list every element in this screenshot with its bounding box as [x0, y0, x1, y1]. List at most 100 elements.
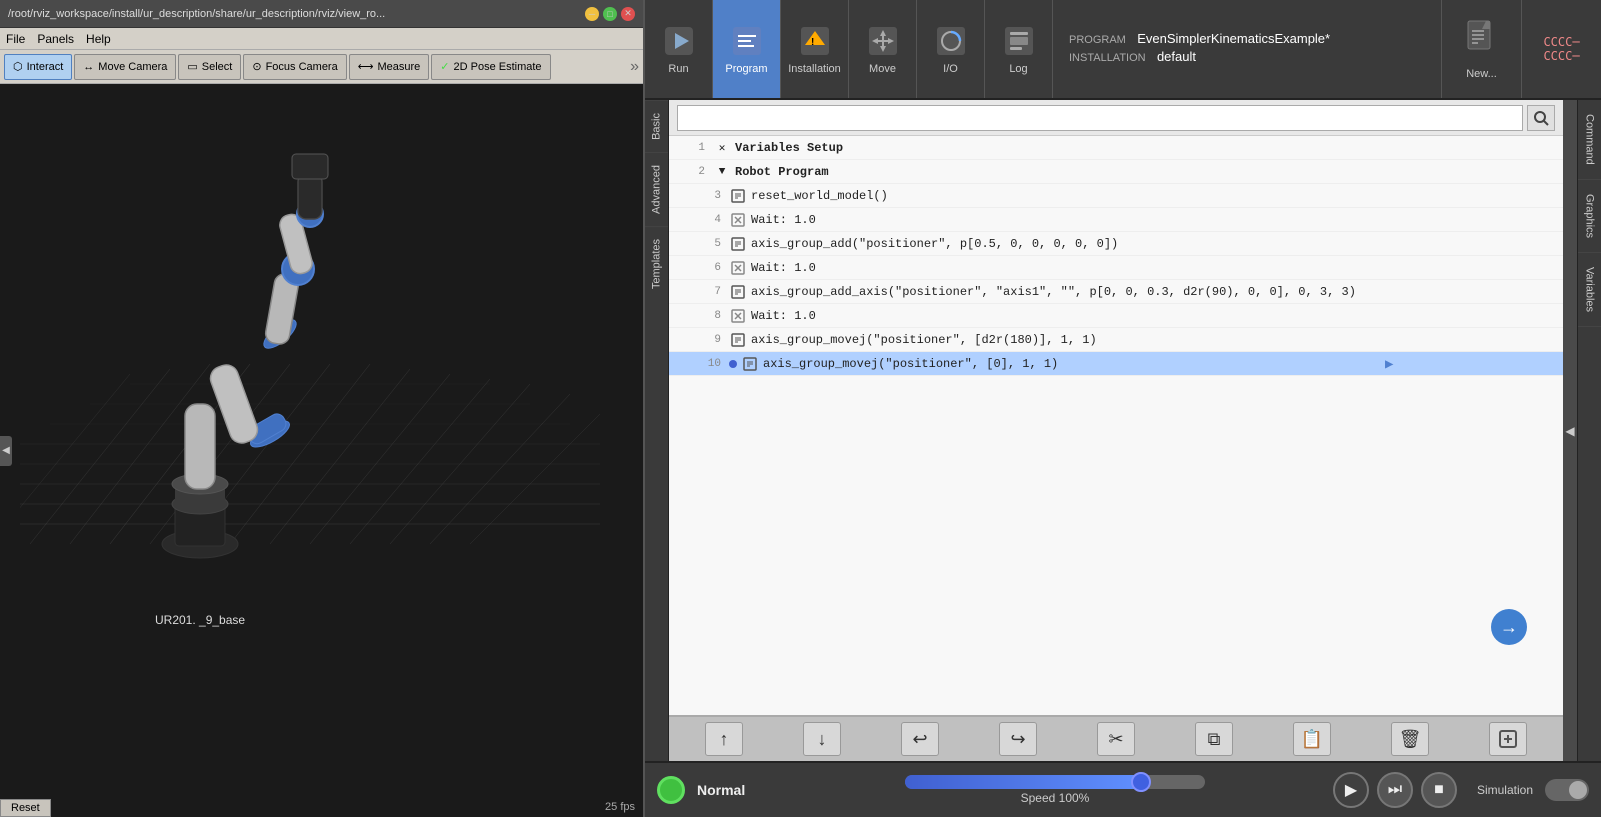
speed-bar-track[interactable] — [905, 775, 1205, 789]
expand-icon — [1498, 729, 1518, 749]
simulation-toggle[interactable] — [1545, 779, 1589, 801]
tab-command[interactable]: Command — [1578, 100, 1601, 180]
search-bar — [669, 100, 1563, 136]
nav-io-label: I/O — [943, 63, 958, 75]
ur-main: Basic Advanced Templates 1 — [645, 100, 1601, 761]
tab-templates[interactable]: Templates — [645, 226, 668, 301]
program-name: EvenSimplerKinematicsExample* — [1137, 31, 1330, 46]
menu-panels[interactable]: Panels — [37, 32, 74, 46]
move-icon — [865, 23, 901, 59]
redo-btn[interactable]: ↪ — [999, 722, 1037, 756]
program-area: 1 ✕ Variables Setup 2 ▼ Robot Program 3 … — [669, 100, 1563, 761]
play-controls: ▶ ⏭ ■ — [1333, 772, 1457, 808]
focus-icon: ⊙ — [252, 60, 261, 73]
close-btn[interactable]: ✕ — [621, 7, 635, 21]
move-down-btn[interactable]: ↓ — [803, 722, 841, 756]
next-btn[interactable]: ⏭ — [1377, 772, 1413, 808]
ur-topbar: Run Program — [645, 0, 1601, 100]
nav-program[interactable]: Program — [713, 0, 781, 98]
prog-line-7[interactable]: 7 axis_group_add_axis("positioner", "axi… — [669, 280, 1563, 304]
delete-btn[interactable]: 🗑 — [1391, 722, 1429, 756]
reset-button[interactable]: Reset — [0, 799, 51, 817]
installation-label: INSTALLATION — [1069, 52, 1146, 64]
toggle-knob — [1569, 781, 1587, 799]
collapse-right-btn[interactable]: ◀ — [1563, 100, 1577, 761]
new-btn[interactable]: New... — [1441, 0, 1521, 98]
nav-move[interactable]: Move — [849, 0, 917, 98]
maximize-btn[interactable]: □ — [603, 7, 617, 21]
speed-label: Speed 100% — [1021, 791, 1090, 805]
svg-text:!: ! — [811, 37, 814, 48]
copy-btn[interactable]: ⧉ — [1195, 722, 1233, 756]
corner-line1: CCCC─ — [1543, 35, 1579, 49]
prog-line-5[interactable]: 5 axis_group_add("positioner", p[0.5, 0,… — [669, 232, 1563, 256]
tab-graphics[interactable]: Graphics — [1578, 180, 1601, 253]
paste-btn[interactable]: 📋 — [1293, 722, 1331, 756]
prog-line-4[interactable]: 4 Wait: 1.0 — [669, 208, 1563, 232]
delete-icon: 🗑 — [1399, 729, 1422, 750]
cursor-icon: ⬡ — [13, 60, 23, 73]
next-icon: ⏭ — [1388, 781, 1402, 799]
nav-run[interactable]: Run — [645, 0, 713, 98]
prog-line-8[interactable]: 8 Wait: 1.0 — [669, 304, 1563, 328]
nav-log[interactable]: Log — [985, 0, 1053, 98]
prog-line-9[interactable]: 9 axis_group_movej("positioner", [d2r(18… — [669, 328, 1563, 352]
menu-file[interactable]: File — [6, 32, 25, 46]
measure-icon: ⟷ — [358, 60, 374, 73]
prog-line-6[interactable]: 6 Wait: 1.0 — [669, 256, 1563, 280]
search-input[interactable] — [677, 105, 1523, 131]
speed-bar-container: Speed 100% — [789, 775, 1321, 805]
nav-io[interactable]: I/O — [917, 0, 985, 98]
stop-btn[interactable]: ■ — [1421, 772, 1457, 808]
fps-label: 25 fps — [605, 801, 635, 813]
nav-installation-label: Installation — [788, 63, 841, 75]
expand-btn[interactable] — [1489, 722, 1527, 756]
run-icon — [661, 23, 697, 59]
move-camera-btn[interactable]: ↔ Move Camera — [74, 54, 176, 80]
status-text: Normal — [697, 782, 777, 798]
new-btn-label: New... — [1466, 68, 1497, 80]
menu-help[interactable]: Help — [86, 32, 111, 46]
prog-line-1[interactable]: 1 ✕ Variables Setup — [669, 136, 1563, 160]
status-indicator — [657, 776, 685, 804]
focus-camera-btn[interactable]: ⊙ Focus Camera — [243, 54, 346, 80]
selected-bullet — [729, 360, 737, 368]
collapse-left-btn[interactable]: ◀ — [0, 436, 12, 466]
select-icon: ▭ — [187, 60, 197, 73]
toolbar-more-btn[interactable]: » — [630, 58, 639, 76]
ur-right-tabs: Command Graphics Variables — [1577, 100, 1601, 761]
undo-btn[interactable]: ↩ — [901, 722, 939, 756]
ur-corner-display: CCCC─ CCCC─ — [1521, 0, 1601, 98]
simulation-label: Simulation — [1477, 783, 1533, 797]
prog-line-3[interactable]: 3 reset_world_model() — [669, 184, 1563, 208]
pose-estimate-btn[interactable]: ✓ 2D Pose Estimate — [431, 54, 550, 80]
io-icon — [933, 23, 969, 59]
search-btn[interactable] — [1527, 105, 1555, 131]
nav-installation[interactable]: ! Installation — [781, 0, 849, 98]
tab-variables[interactable]: Variables — [1578, 253, 1601, 327]
minimize-btn[interactable]: ─ — [585, 7, 599, 21]
rviz-titlebar: /root/rviz_workspace/install/ur_descript… — [0, 0, 643, 28]
copy-icon: ⧉ — [1208, 729, 1221, 750]
rviz-title: /root/rviz_workspace/install/ur_descript… — [8, 8, 581, 20]
cut-btn[interactable]: ✂ — [1097, 722, 1135, 756]
program-list[interactable]: 1 ✕ Variables Setup 2 ▼ Robot Program 3 … — [669, 136, 1563, 715]
log-icon — [1001, 23, 1037, 59]
move-up-icon: ↑ — [720, 729, 729, 750]
tab-basic[interactable]: Basic — [645, 100, 668, 152]
play-btn[interactable]: ▶ — [1333, 772, 1369, 808]
measure-btn[interactable]: ⟷ Measure — [349, 54, 430, 80]
speed-bar-thumb[interactable] — [1131, 772, 1151, 792]
speed-bar-fill — [905, 775, 1145, 789]
prog-line-2[interactable]: 2 ▼ Robot Program — [669, 160, 1563, 184]
nav-move-label: Move — [869, 63, 896, 75]
redo-icon: ↪ — [1010, 729, 1025, 750]
stop-icon: ■ — [1434, 781, 1444, 799]
program-label: PROGRAM — [1069, 34, 1126, 46]
select-btn[interactable]: ▭ Select — [178, 54, 241, 80]
tab-advanced[interactable]: Advanced — [645, 152, 668, 226]
move-up-btn[interactable]: ↑ — [705, 722, 743, 756]
forward-arrow-btn[interactable]: → — [1491, 609, 1527, 645]
rviz-menubar: File Panels Help — [0, 28, 643, 50]
interact-btn[interactable]: ⬡ Interact — [4, 54, 72, 80]
